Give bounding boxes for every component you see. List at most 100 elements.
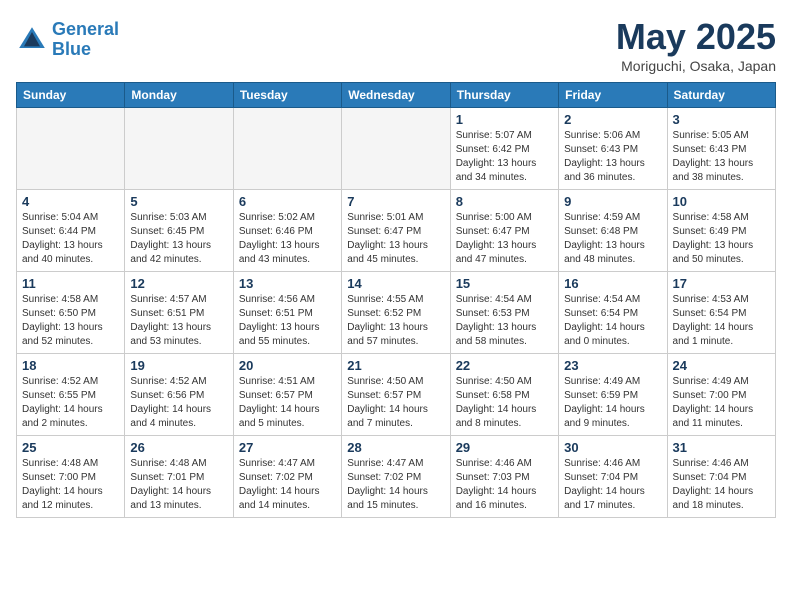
calendar-header-row: SundayMondayTuesdayWednesdayThursdayFrid… xyxy=(17,83,776,108)
day-info: Sunrise: 5:03 AM Sunset: 6:45 PM Dayligh… xyxy=(130,211,227,267)
day-number: 17 xyxy=(673,276,770,291)
day-number: 29 xyxy=(456,440,553,455)
calendar-cell: 26 Sunrise: 4:48 AM Sunset: 7:01 PM Dayli… xyxy=(125,436,233,518)
day-number: 26 xyxy=(130,440,227,455)
day-number: 10 xyxy=(673,194,770,209)
day-number: 25 xyxy=(22,440,119,455)
day-header-friday: Friday xyxy=(559,83,667,108)
calendar-cell: 12 Sunrise: 4:57 AM Sunset: 6:51 PM Dayli… xyxy=(125,272,233,354)
day-number: 5 xyxy=(130,194,227,209)
month-title: May 2025 xyxy=(616,16,776,58)
calendar-cell: 31Sunrise: 4:46 AM Sunset: 7:04 PM Dayli… xyxy=(667,436,775,518)
calendar-cell: 27 Sunrise: 4:47 AM Sunset: 7:02 PM Dayli… xyxy=(233,436,341,518)
logo-icon xyxy=(16,24,48,56)
calendar-cell: 16Sunrise: 4:54 AM Sunset: 6:54 PM Dayli… xyxy=(559,272,667,354)
calendar-cell: 10 Sunrise: 4:58 AM Sunset: 6:49 PM Dayli… xyxy=(667,190,775,272)
day-number: 7 xyxy=(347,194,444,209)
day-info: Sunrise: 4:47 AM Sunset: 7:02 PM Dayligh… xyxy=(347,457,444,513)
day-info: Sunrise: 4:51 AM Sunset: 6:57 PM Dayligh… xyxy=(239,375,336,431)
day-info: Sunrise: 4:59 AM Sunset: 6:48 PM Dayligh… xyxy=(564,211,661,267)
page-header: General Blue May 2025 Moriguchi, Osaka, … xyxy=(16,16,776,74)
day-info: Sunrise: 4:49 AM Sunset: 7:00 PM Dayligh… xyxy=(673,375,770,431)
calendar-cell: 15Sunrise: 4:54 AM Sunset: 6:53 PM Dayli… xyxy=(450,272,558,354)
calendar-cell: 1 Sunrise: 5:07 AM Sunset: 6:42 PM Daylig… xyxy=(450,108,558,190)
calendar-cell: 30 Sunrise: 4:46 AM Sunset: 7:04 PM Dayli… xyxy=(559,436,667,518)
day-header-sunday: Sunday xyxy=(17,83,125,108)
day-info: Sunrise: 4:54 AM Sunset: 6:53 PM Dayligh… xyxy=(456,293,553,349)
day-info: Sunrise: 5:05 AM Sunset: 6:43 PM Dayligh… xyxy=(673,129,770,185)
calendar-cell: 17 Sunrise: 4:53 AM Sunset: 6:54 PM Dayli… xyxy=(667,272,775,354)
day-header-thursday: Thursday xyxy=(450,83,558,108)
day-header-monday: Monday xyxy=(125,83,233,108)
calendar-cell: 23 Sunrise: 4:49 AM Sunset: 6:59 PM Dayli… xyxy=(559,354,667,436)
day-number: 12 xyxy=(130,276,227,291)
title-block: May 2025 Moriguchi, Osaka, Japan xyxy=(616,16,776,74)
day-number: 23 xyxy=(564,358,661,373)
day-header-tuesday: Tuesday xyxy=(233,83,341,108)
day-info: Sunrise: 4:48 AM Sunset: 7:01 PM Dayligh… xyxy=(130,457,227,513)
day-number: 28 xyxy=(347,440,444,455)
day-info: Sunrise: 5:01 AM Sunset: 6:47 PM Dayligh… xyxy=(347,211,444,267)
day-number: 14 xyxy=(347,276,444,291)
calendar-cell xyxy=(125,108,233,190)
day-info: Sunrise: 4:46 AM Sunset: 7:03 PM Dayligh… xyxy=(456,457,553,513)
logo: General Blue xyxy=(16,20,119,60)
day-number: 21 xyxy=(347,358,444,373)
day-info: Sunrise: 4:46 AM Sunset: 7:04 PM Dayligh… xyxy=(564,457,661,513)
day-info: Sunrise: 5:00 AM Sunset: 6:47 PM Dayligh… xyxy=(456,211,553,267)
calendar-cell: 5 Sunrise: 5:03 AM Sunset: 6:45 PM Daylig… xyxy=(125,190,233,272)
calendar-cell: 4 Sunrise: 5:04 AM Sunset: 6:44 PM Daylig… xyxy=(17,190,125,272)
calendar-cell xyxy=(342,108,450,190)
day-info: Sunrise: 5:04 AM Sunset: 6:44 PM Dayligh… xyxy=(22,211,119,267)
calendar: SundayMondayTuesdayWednesdayThursdayFrid… xyxy=(16,82,776,518)
calendar-cell: 19 Sunrise: 4:52 AM Sunset: 6:56 PM Dayli… xyxy=(125,354,233,436)
calendar-cell: 13Sunrise: 4:56 AM Sunset: 6:51 PM Dayli… xyxy=(233,272,341,354)
calendar-week-4: 25 Sunrise: 4:48 AM Sunset: 7:00 PM Dayli… xyxy=(17,436,776,518)
calendar-cell: 11Sunrise: 4:58 AM Sunset: 6:50 PM Dayli… xyxy=(17,272,125,354)
calendar-cell: 9 Sunrise: 4:59 AM Sunset: 6:48 PM Daylig… xyxy=(559,190,667,272)
calendar-cell: 20 Sunrise: 4:51 AM Sunset: 6:57 PM Dayli… xyxy=(233,354,341,436)
day-info: Sunrise: 4:57 AM Sunset: 6:51 PM Dayligh… xyxy=(130,293,227,349)
calendar-cell: 28 Sunrise: 4:47 AM Sunset: 7:02 PM Dayli… xyxy=(342,436,450,518)
day-number: 2 xyxy=(564,112,661,127)
calendar-cell: 21 Sunrise: 4:50 AM Sunset: 6:57 PM Dayli… xyxy=(342,354,450,436)
day-number: 19 xyxy=(130,358,227,373)
calendar-cell: 22Sunrise: 4:50 AM Sunset: 6:58 PM Dayli… xyxy=(450,354,558,436)
day-info: Sunrise: 4:56 AM Sunset: 6:51 PM Dayligh… xyxy=(239,293,336,349)
calendar-week-1: 4 Sunrise: 5:04 AM Sunset: 6:44 PM Daylig… xyxy=(17,190,776,272)
day-number: 18 xyxy=(22,358,119,373)
day-info: Sunrise: 4:48 AM Sunset: 7:00 PM Dayligh… xyxy=(22,457,119,513)
calendar-cell xyxy=(233,108,341,190)
day-number: 30 xyxy=(564,440,661,455)
day-number: 4 xyxy=(22,194,119,209)
day-info: Sunrise: 4:49 AM Sunset: 6:59 PM Dayligh… xyxy=(564,375,661,431)
logo-line2: Blue xyxy=(52,39,91,59)
calendar-cell xyxy=(17,108,125,190)
calendar-cell: 6 Sunrise: 5:02 AM Sunset: 6:46 PM Daylig… xyxy=(233,190,341,272)
day-info: Sunrise: 4:46 AM Sunset: 7:04 PM Dayligh… xyxy=(673,457,770,513)
day-info: Sunrise: 4:47 AM Sunset: 7:02 PM Dayligh… xyxy=(239,457,336,513)
calendar-cell: 3Sunrise: 5:05 AM Sunset: 6:43 PM Daylig… xyxy=(667,108,775,190)
day-info: Sunrise: 4:58 AM Sunset: 6:49 PM Dayligh… xyxy=(673,211,770,267)
logo-text: General Blue xyxy=(52,20,119,60)
day-number: 1 xyxy=(456,112,553,127)
calendar-cell: 18 Sunrise: 4:52 AM Sunset: 6:55 PM Dayli… xyxy=(17,354,125,436)
day-info: Sunrise: 5:02 AM Sunset: 6:46 PM Dayligh… xyxy=(239,211,336,267)
calendar-cell: 24Sunrise: 4:49 AM Sunset: 7:00 PM Dayli… xyxy=(667,354,775,436)
day-header-saturday: Saturday xyxy=(667,83,775,108)
day-number: 6 xyxy=(239,194,336,209)
calendar-cell: 29 Sunrise: 4:46 AM Sunset: 7:03 PM Dayli… xyxy=(450,436,558,518)
day-info: Sunrise: 4:52 AM Sunset: 6:55 PM Dayligh… xyxy=(22,375,119,431)
day-info: Sunrise: 4:50 AM Sunset: 6:57 PM Dayligh… xyxy=(347,375,444,431)
day-header-wednesday: Wednesday xyxy=(342,83,450,108)
day-info: Sunrise: 4:53 AM Sunset: 6:54 PM Dayligh… xyxy=(673,293,770,349)
day-info: Sunrise: 4:55 AM Sunset: 6:52 PM Dayligh… xyxy=(347,293,444,349)
day-number: 27 xyxy=(239,440,336,455)
day-number: 11 xyxy=(22,276,119,291)
day-info: Sunrise: 5:07 AM Sunset: 6:42 PM Dayligh… xyxy=(456,129,553,185)
day-number: 9 xyxy=(564,194,661,209)
calendar-week-2: 11Sunrise: 4:58 AM Sunset: 6:50 PM Dayli… xyxy=(17,272,776,354)
logo-line1: General xyxy=(52,19,119,39)
day-number: 20 xyxy=(239,358,336,373)
day-info: Sunrise: 4:52 AM Sunset: 6:56 PM Dayligh… xyxy=(130,375,227,431)
